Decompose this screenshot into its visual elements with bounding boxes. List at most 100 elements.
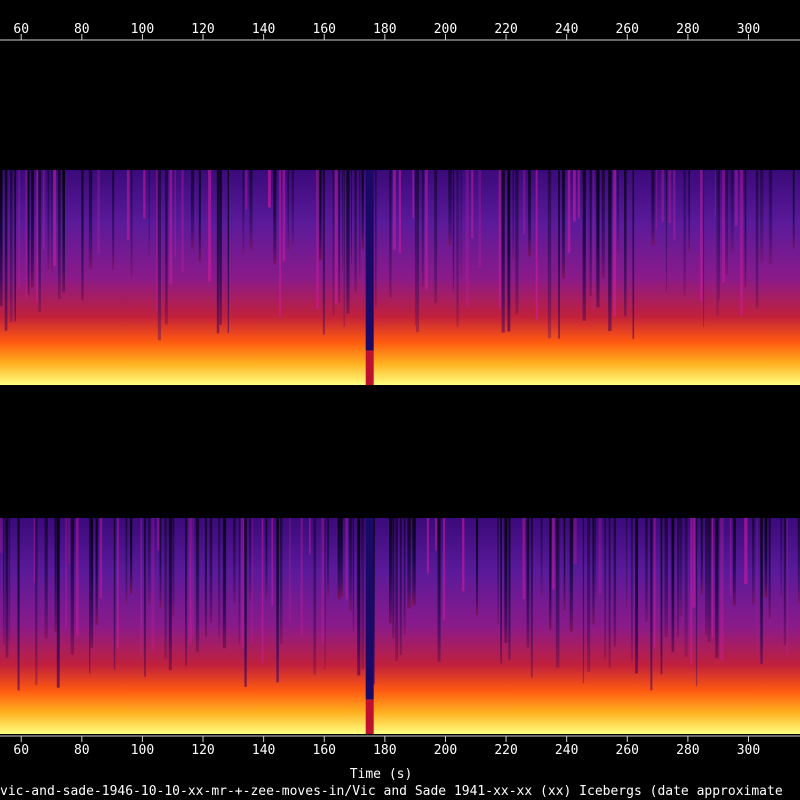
spectral-stripe — [113, 518, 116, 670]
spectral-stripe — [448, 170, 452, 246]
spectral-stripe — [665, 170, 667, 292]
spectral-stripe — [437, 518, 441, 662]
spectral-stripe — [188, 518, 192, 644]
spectral-stripe — [692, 518, 696, 608]
bottom-tick-label: 180 — [373, 743, 396, 758]
spectral-stripe — [165, 170, 168, 325]
spectral-stripe — [695, 518, 698, 687]
spectrogram-figure: 60 80 100 120 140 160 180 200 220 240 260 280 300 60… — [0, 22, 800, 799]
spectral-stripe — [309, 518, 311, 555]
spectral-stripe — [718, 170, 720, 301]
spectral-stripe — [547, 170, 552, 339]
spectral-stripe — [594, 518, 597, 600]
spectral-stripe — [460, 170, 462, 278]
spectral-stripe — [51, 170, 53, 273]
spectral-stripe — [562, 170, 565, 279]
spectral-stripe — [157, 518, 160, 551]
spectral-stripe — [0, 518, 3, 553]
spectral-stripe — [635, 518, 638, 674]
bottom-tick-label: 140 — [252, 743, 275, 758]
spectral-stripe — [117, 518, 119, 649]
spectral-stripe — [684, 518, 688, 657]
spectral-stripe — [688, 170, 690, 251]
spectral-stripe — [501, 170, 505, 333]
spectral-stripe — [3, 518, 5, 646]
spectral-stripe — [218, 518, 221, 637]
top-tick-label: 300 — [737, 22, 760, 37]
spectral-stripe — [241, 518, 245, 648]
spectral-stripe — [613, 518, 617, 647]
top-tick-label: 160 — [313, 22, 336, 37]
spectral-stripe — [18, 170, 20, 289]
spectral-stripe — [58, 170, 61, 299]
spectral-stripe — [174, 170, 176, 257]
spectral-stripe — [498, 170, 501, 308]
dropout-band-base — [365, 699, 374, 734]
bottom-tick-label: 280 — [676, 743, 699, 758]
spectral-stripe — [222, 518, 227, 649]
spectral-stripe — [190, 170, 195, 250]
spectral-stripe — [251, 518, 253, 642]
top-tick-label: 280 — [676, 22, 699, 37]
spectral-stripe — [653, 518, 656, 648]
top-tick-label: 260 — [616, 22, 639, 37]
spectral-stripe — [720, 518, 724, 662]
spectral-stripe — [352, 518, 354, 632]
spectral-stripe — [242, 170, 245, 254]
spectral-stripe — [354, 170, 357, 292]
spectral-stripe — [792, 170, 795, 249]
spectral-stripe — [403, 518, 406, 634]
spectral-stripe — [279, 170, 282, 318]
top-tick-label: 100 — [131, 22, 154, 37]
spectral-stripe — [507, 170, 511, 332]
spectral-stripe — [198, 170, 201, 262]
spectral-stripe — [324, 518, 326, 670]
spectral-stripe — [42, 170, 45, 250]
bottom-tick-label: 240 — [555, 743, 578, 758]
spectral-stripe — [318, 170, 322, 261]
spectral-stripe — [780, 518, 782, 598]
spectral-stripe — [752, 518, 755, 605]
spectral-stripe — [147, 518, 151, 605]
spectral-stripe — [476, 518, 479, 615]
spectral-stripe — [35, 518, 38, 686]
top-tick-label: 120 — [191, 22, 214, 37]
spectral-stripe — [414, 170, 417, 326]
spectral-stripe — [783, 518, 787, 646]
spectral-stripe — [707, 518, 711, 643]
spectral-stripe — [389, 518, 392, 624]
spectral-stripe — [711, 518, 714, 638]
spectral-stripe — [17, 518, 20, 691]
spectral-stripe — [443, 518, 446, 620]
spectral-stripe — [47, 170, 50, 270]
spectral-stripe — [67, 518, 71, 564]
spectral-stripe — [159, 518, 162, 608]
spectral-stripe — [608, 170, 612, 331]
spectral-stripe — [359, 170, 361, 276]
spectral-stripe — [523, 170, 526, 235]
spectral-stripe — [650, 518, 653, 691]
spectral-stripe — [327, 518, 329, 598]
spectral-stripe — [668, 170, 672, 223]
spectral-stripe — [582, 518, 585, 684]
spectral-stripe — [526, 518, 530, 648]
spectral-stripe — [44, 518, 48, 639]
spectral-stripe — [407, 518, 411, 609]
spectral-stripe — [130, 518, 133, 594]
spectral-stripe — [33, 518, 35, 583]
spectral-stripe — [192, 518, 194, 636]
spectral-stripe — [30, 170, 34, 288]
top-tick-label: 240 — [555, 22, 578, 37]
spectral-stripe — [144, 518, 146, 677]
spectral-stripe — [587, 518, 591, 672]
spectral-stripe — [265, 518, 268, 598]
spectral-stripe — [645, 518, 648, 622]
spectral-stripe — [343, 170, 345, 327]
spectral-stripe — [341, 170, 344, 271]
spectral-stripe — [99, 518, 103, 599]
spectral-stripe — [321, 518, 325, 643]
spectral-stripe — [725, 170, 729, 275]
channel-2-spectrogram — [0, 518, 800, 734]
spectral-stripe — [434, 170, 438, 304]
spectral-stripe — [97, 170, 101, 254]
